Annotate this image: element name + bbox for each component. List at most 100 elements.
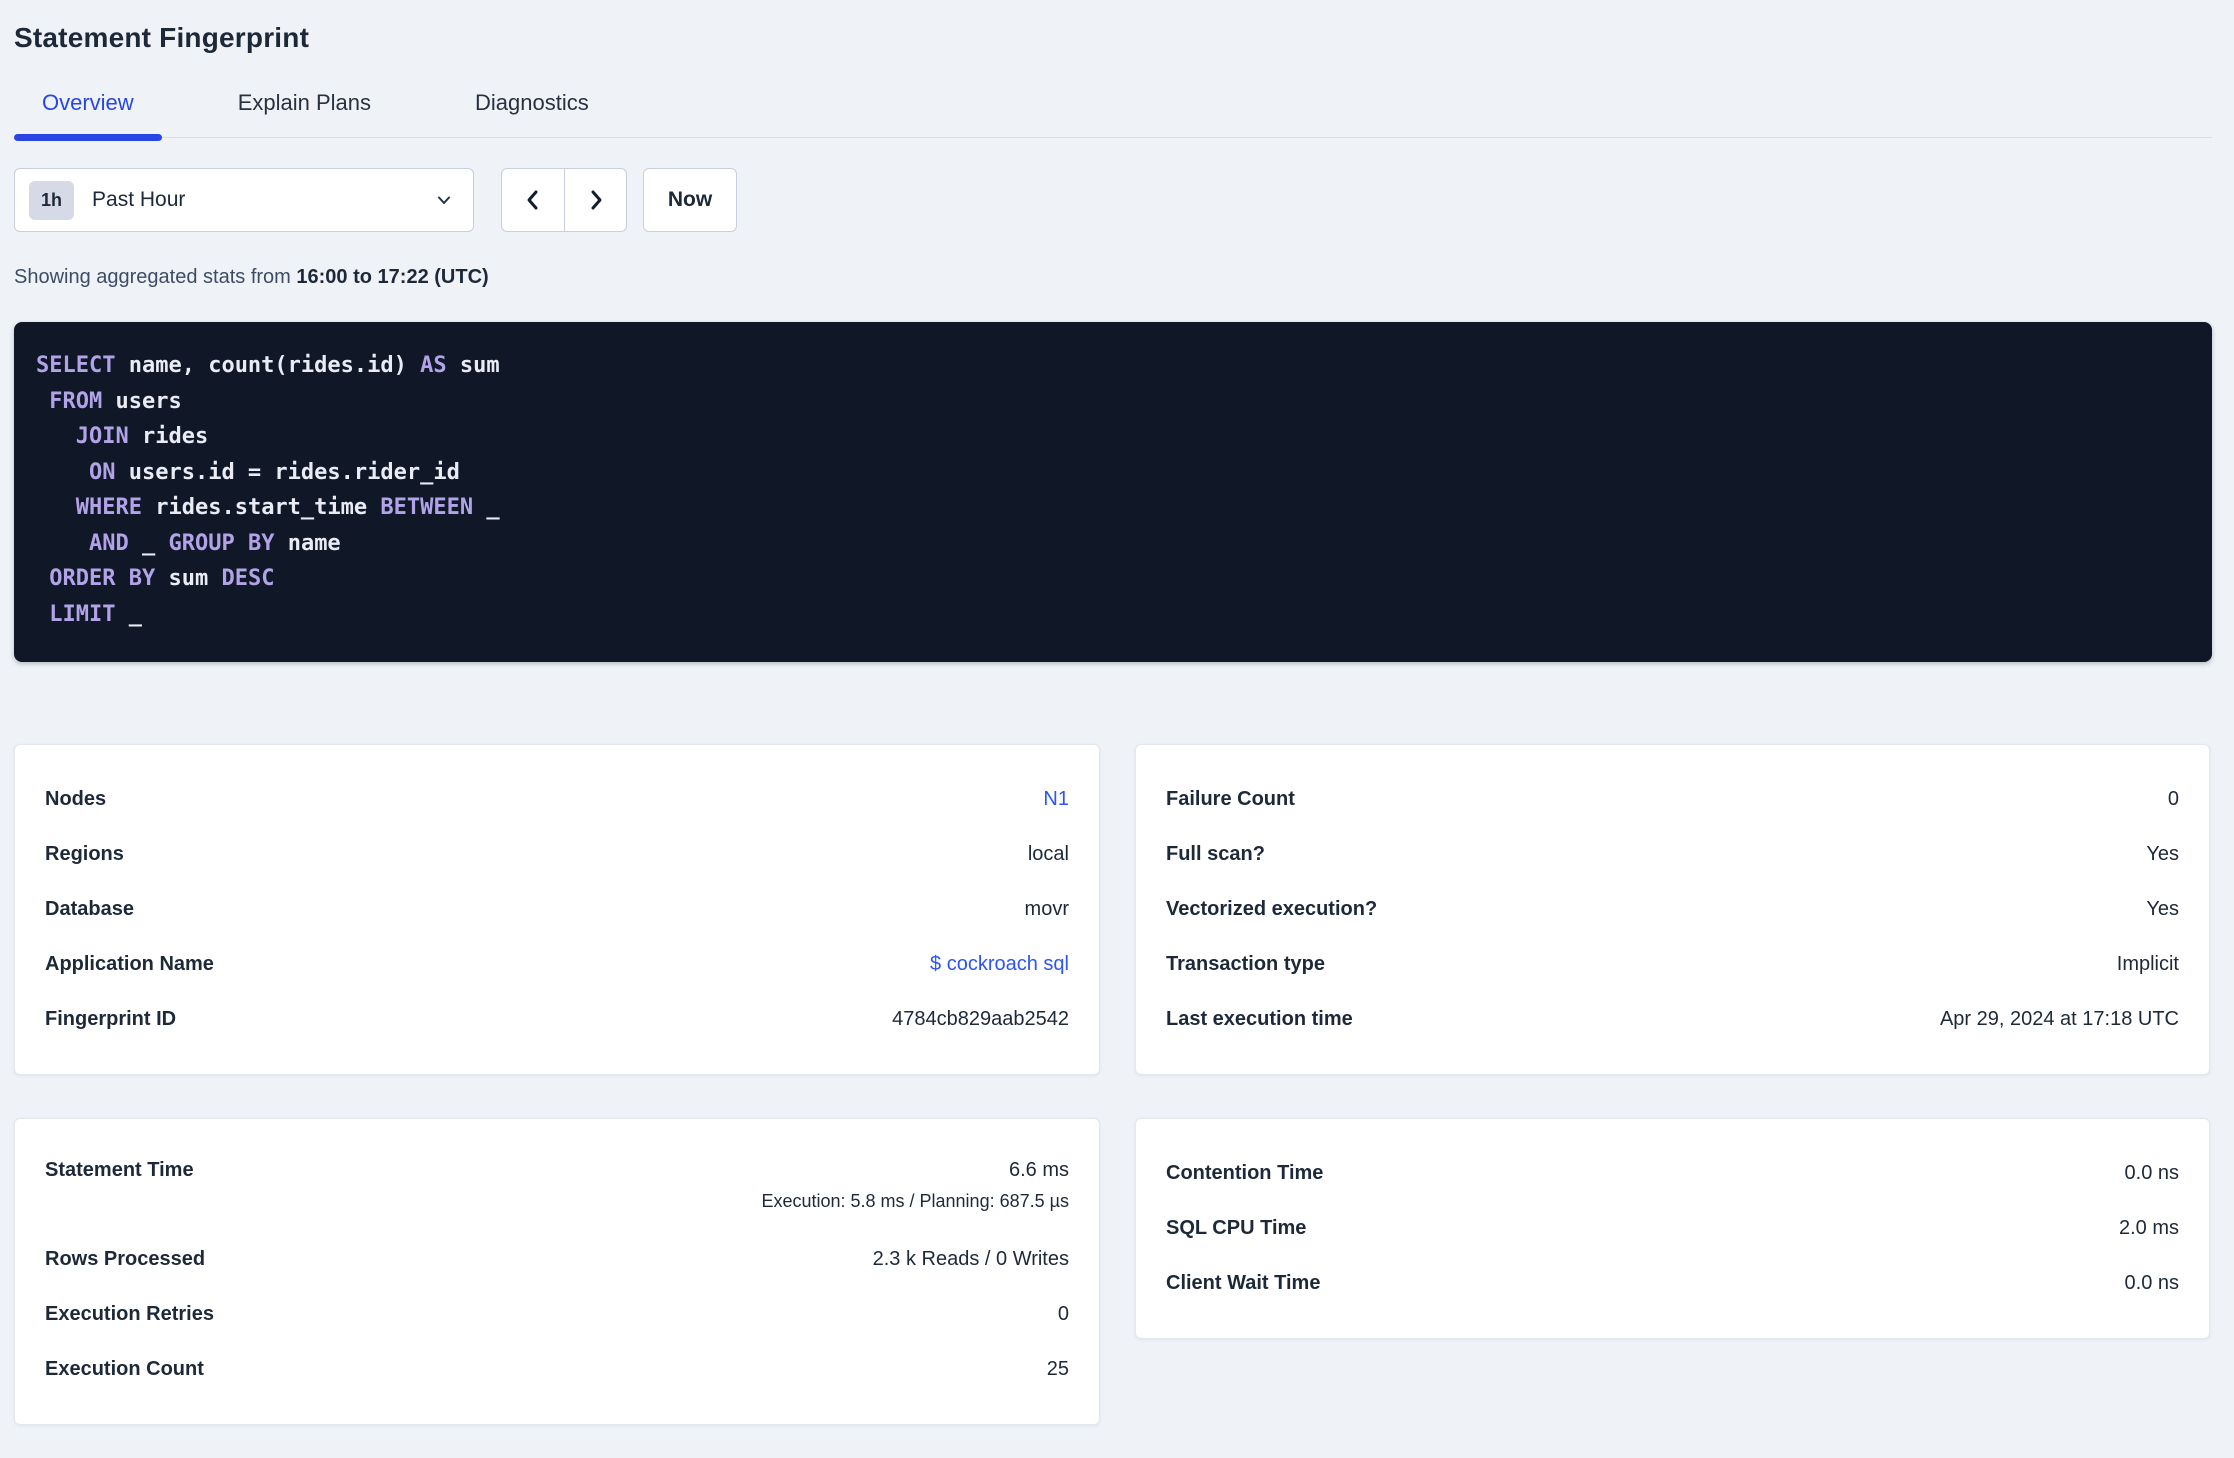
row-value: 0.0 ns (2124, 1162, 2179, 1184)
row-value: 0.0 ns (2124, 1272, 2179, 1294)
info-row-database: Database movr (45, 882, 1069, 937)
sql-token: _ (128, 530, 169, 556)
card-execution-attributes: Failure Count 0 Full scan? Yes Vectorize… (1135, 744, 2210, 1075)
row-value: Apr 29, 2024 at 17:18 UTC (1939, 1008, 2179, 1030)
sql-line: AND _ GROUP BY name (36, 526, 2190, 562)
sql-statement-box: SELECT name, count(rides.id) AS sum FROM… (14, 322, 2212, 662)
tab-explain-plans[interactable]: Explain Plans (210, 90, 399, 137)
row-label: Failure Count (1166, 788, 1295, 810)
chevron-right-icon (591, 190, 601, 210)
row-value: 2.3 k Reads / 0 Writes (872, 1248, 1069, 1270)
info-row-fingerprint-id: Fingerprint ID 4784cb829aab2542 (45, 992, 1069, 1047)
row-label: Rows Processed (45, 1248, 206, 1270)
row-label: Vectorized execution? (1166, 898, 1378, 920)
row-value: 4784cb829aab2542 (892, 1008, 1069, 1030)
row-label: Contention Time (1166, 1162, 1324, 1184)
info-row-last-execution-time: Last execution time Apr 29, 2024 at 17:1… (1166, 992, 2179, 1047)
row-label: Execution Count (45, 1358, 204, 1380)
next-time-interval-button[interactable] (564, 169, 626, 231)
sql-keyword: LIMIT (49, 601, 116, 627)
time-controls: 1h Past Hour Now (14, 168, 2212, 232)
sql-token: _ (115, 601, 142, 627)
row-value: Yes (2146, 898, 2179, 920)
row-label: Last execution time (1166, 1008, 1353, 1030)
row-value: 2.0 ms (2118, 1217, 2179, 1239)
tab-overview[interactable]: Overview (14, 90, 162, 141)
info-row-regions: Regions local (45, 827, 1069, 882)
sql-line: SELECT name, count(rides.id) AS sum (36, 348, 2190, 384)
sql-token: rides (128, 424, 209, 449)
sql-token: name, count(rides.id) (115, 353, 421, 378)
card-wait-times: Contention Time 0.0 ns SQL CPU Time 2.0 … (1135, 1118, 2210, 1339)
info-row-sql-cpu-time: SQL CPU Time 2.0 ms (1166, 1201, 2179, 1256)
row-value: 0 (2167, 788, 2179, 810)
info-row-transaction-type: Transaction type Implicit (1166, 937, 2179, 992)
now-button[interactable]: Now (643, 168, 737, 232)
row-subvalue: Execution: 5.8 ms / Planning: 687.5 µs (761, 1191, 1069, 1211)
chevron-down-icon (438, 196, 450, 204)
sql-keyword: GROUP BY (168, 530, 275, 556)
sql-keyword: ON (88, 459, 116, 485)
stats-caption-range: 16:00 to 17:22 (UTC) (296, 266, 489, 288)
row-label: Fingerprint ID (45, 1008, 177, 1030)
info-row-full-scan: Full scan? Yes (1166, 827, 2179, 882)
row-label: Client Wait Time (1166, 1272, 1321, 1294)
tab-diagnostics[interactable]: Diagnostics (447, 90, 617, 137)
info-row-rows-processed: Rows Processed 2.3 k Reads / 0 Writes (45, 1232, 1069, 1287)
sql-token: users (102, 388, 182, 414)
info-row-execution-count: Execution Count 25 (45, 1342, 1069, 1397)
prev-time-interval-button[interactable] (502, 169, 564, 231)
application-name-link[interactable]: $ cockroach sql (930, 953, 1069, 976)
row-label: Nodes (45, 788, 107, 810)
page-title: Statement Fingerprint (14, 22, 310, 53)
info-row-statement-time: Statement Time 6.6 ms Execution: 5.8 ms … (45, 1146, 1069, 1232)
card-statement-times: Statement Time 6.6 ms Execution: 5.8 ms … (14, 1118, 1100, 1425)
info-row-contention-time: Contention Time 0.0 ns (1166, 1146, 2179, 1201)
info-row-client-wait-time: Client Wait Time 0.0 ns (1166, 1256, 2179, 1311)
row-value: movr (1024, 898, 1069, 920)
sql-line: JOIN rides (36, 419, 2190, 455)
row-value: Yes (2146, 843, 2179, 865)
row-value: local (1027, 843, 1069, 865)
sql-token: users.id = rides.rider_id (115, 459, 460, 485)
sql-line: WHERE rides.start_time BETWEEN _ (36, 490, 2190, 526)
row-label: Database (45, 898, 134, 920)
info-row-failure-count: Failure Count 0 (1166, 772, 2179, 827)
tab-bar: Overview Explain Plans Diagnostics (14, 90, 2212, 141)
info-row-nodes: Nodes N1 (45, 772, 1069, 827)
info-row-application-name: Application Name $ cockroach sql (45, 937, 1069, 992)
time-range-badge: 1h (29, 180, 75, 220)
nodes-link[interactable]: N1 (1043, 788, 1069, 811)
time-range-dropdown[interactable]: 1h Past Hour (14, 168, 474, 232)
row-label: Execution Retries (45, 1303, 214, 1325)
row-label: SQL CPU Time (1166, 1217, 1307, 1239)
stats-caption: Showing aggregated stats from 16:00 to 1… (14, 266, 2212, 289)
row-value: 0 (1057, 1303, 1069, 1325)
stats-cards-grid: Nodes N1 Regions local Database movr App… (14, 744, 2212, 1425)
sql-line: ORDER BY sum DESC (36, 561, 2190, 597)
sql-keyword: AND (88, 530, 129, 556)
row-value: 25 (1046, 1358, 1069, 1380)
chevron-left-icon (527, 190, 538, 210)
sql-line: LIMIT _ (36, 597, 2190, 633)
sql-keyword: JOIN (75, 424, 129, 449)
row-label: Application Name (45, 953, 214, 975)
info-row-vectorized-execution: Vectorized execution? Yes (1166, 882, 2179, 937)
row-value: 6.6 ms (1008, 1159, 1069, 1181)
row-label: Statement Time (45, 1159, 194, 1181)
sql-keyword: ORDER BY (49, 566, 156, 591)
sql-line: FROM users (36, 384, 2190, 420)
sql-keyword: AS (420, 353, 447, 378)
time-range-label: Past Hour (92, 188, 186, 211)
row-value: Implicit (2116, 953, 2179, 975)
sql-token: _ (473, 495, 500, 520)
row-label: Regions (45, 843, 124, 865)
card-statement-details: Nodes N1 Regions local Database movr App… (14, 744, 1100, 1075)
